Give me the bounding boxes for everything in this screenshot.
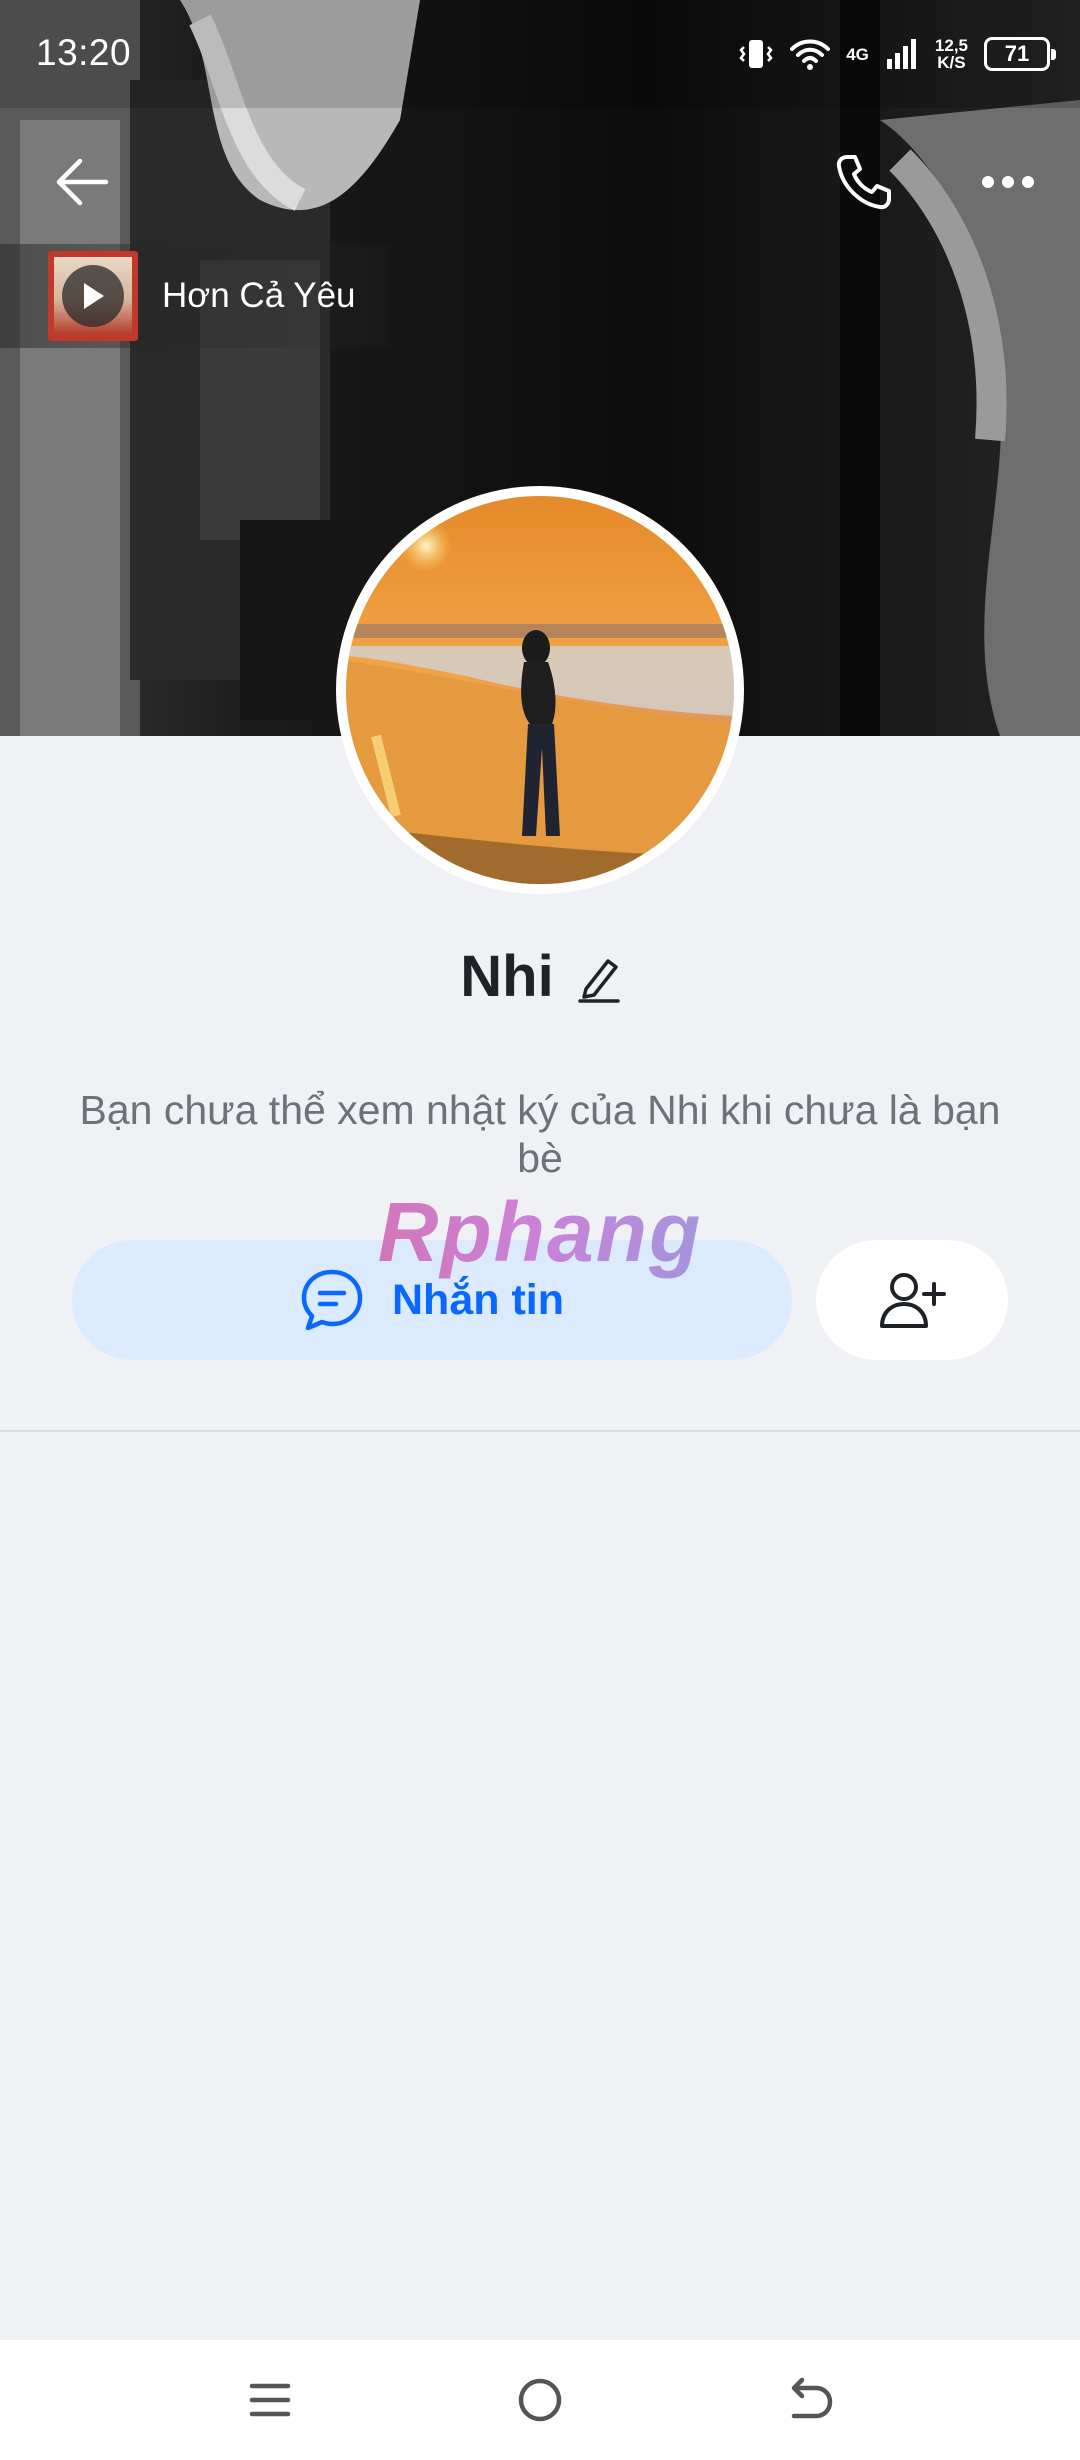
message-button-label: Nhắn tin <box>392 1275 564 1324</box>
status-bar: 13:20 4G 12,5 K/S 71 <box>0 0 1080 108</box>
back-button[interactable] <box>40 140 124 224</box>
more-options-button[interactable] <box>966 140 1050 224</box>
speed-unit: K/S <box>937 53 966 72</box>
privacy-notice: Bạn chưa thể xem nhật ký của Nhi khi chư… <box>79 1087 1001 1181</box>
arrow-left-icon <box>56 158 109 206</box>
play-icon[interactable] <box>62 265 124 327</box>
system-navigation-bar <box>0 2340 1080 2460</box>
add-friend-button[interactable] <box>816 1240 1008 1360</box>
network-type: 4G <box>846 44 869 64</box>
vibrate-icon <box>738 36 774 72</box>
network-speed: 12,5 K/S <box>935 37 968 71</box>
wifi-icon <box>790 37 831 71</box>
section-divider <box>0 1430 1080 1432</box>
pencil-icon[interactable] <box>577 949 620 1003</box>
back-arrow-icon <box>791 2377 833 2419</box>
song-title: Hơn Cả Yêu <box>162 276 356 315</box>
status-time: 13:20 <box>36 32 132 73</box>
avatar[interactable] <box>336 486 744 894</box>
profile-music-chip[interactable]: Hơn Cả Yêu <box>0 244 390 348</box>
profile-name-row: Nhi <box>0 936 1080 1016</box>
status-icons: 4G 12,5 K/S 71 <box>738 30 1056 78</box>
speed-value: 12,5 <box>934 36 968 55</box>
battery-level: 71 <box>1004 41 1030 66</box>
menu-icon <box>249 2383 291 2417</box>
call-button[interactable] <box>822 140 906 224</box>
album-art <box>48 251 138 341</box>
message-button[interactable]: Nhắn tin <box>72 1240 792 1360</box>
profile-page: 13:20 4G 12,5 K/S 71 Hơn Cả Yêu Nhi Bạn … <box>0 0 1080 2460</box>
home-button[interactable] <box>495 2360 585 2440</box>
user-plus-icon <box>880 1273 946 1328</box>
home-circle-icon <box>518 2378 562 2422</box>
phone-icon <box>836 155 891 210</box>
profile-name: Nhi <box>460 943 554 1009</box>
system-back-button[interactable] <box>765 2360 855 2440</box>
chat-bubble-icon <box>301 1269 363 1331</box>
more-dots-icon <box>982 176 1034 188</box>
battery-icon: 71 <box>984 37 1056 71</box>
recent-apps-button[interactable] <box>225 2360 315 2440</box>
signal-icon <box>885 37 919 71</box>
